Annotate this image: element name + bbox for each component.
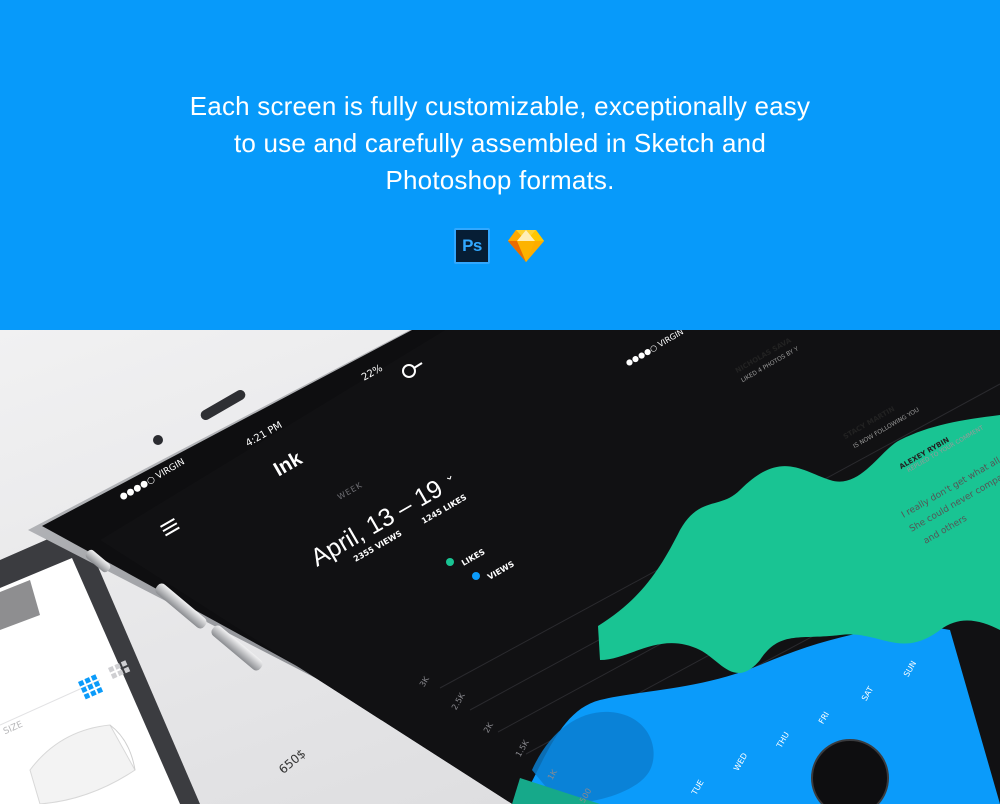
- photoshop-icon: Ps: [454, 228, 490, 264]
- likes-legend-dot: [446, 558, 454, 566]
- earpiece: [200, 390, 246, 420]
- device-mockup-scene: ᛒ ●●●●○ VIRGIN 4:21 PM 22% Ink WEEK Apri…: [0, 330, 1000, 804]
- hero-banner: Each screen is fully customizable, excep…: [0, 0, 1000, 330]
- sketch-icon: [508, 230, 544, 262]
- banner-headline: Each screen is fully customizable, excep…: [170, 88, 830, 199]
- format-icons: Ps: [0, 228, 1000, 264]
- headline-line-1: Each screen is fully customizable, excep…: [189, 91, 811, 121]
- front-camera: [153, 435, 163, 445]
- views-legend-dot: [472, 572, 480, 580]
- headline-line-2: to use and carefully assembled in Sketch…: [234, 128, 766, 158]
- headline-line-3: Photoshop formats.: [385, 165, 615, 195]
- home-button[interactable]: [811, 739, 889, 804]
